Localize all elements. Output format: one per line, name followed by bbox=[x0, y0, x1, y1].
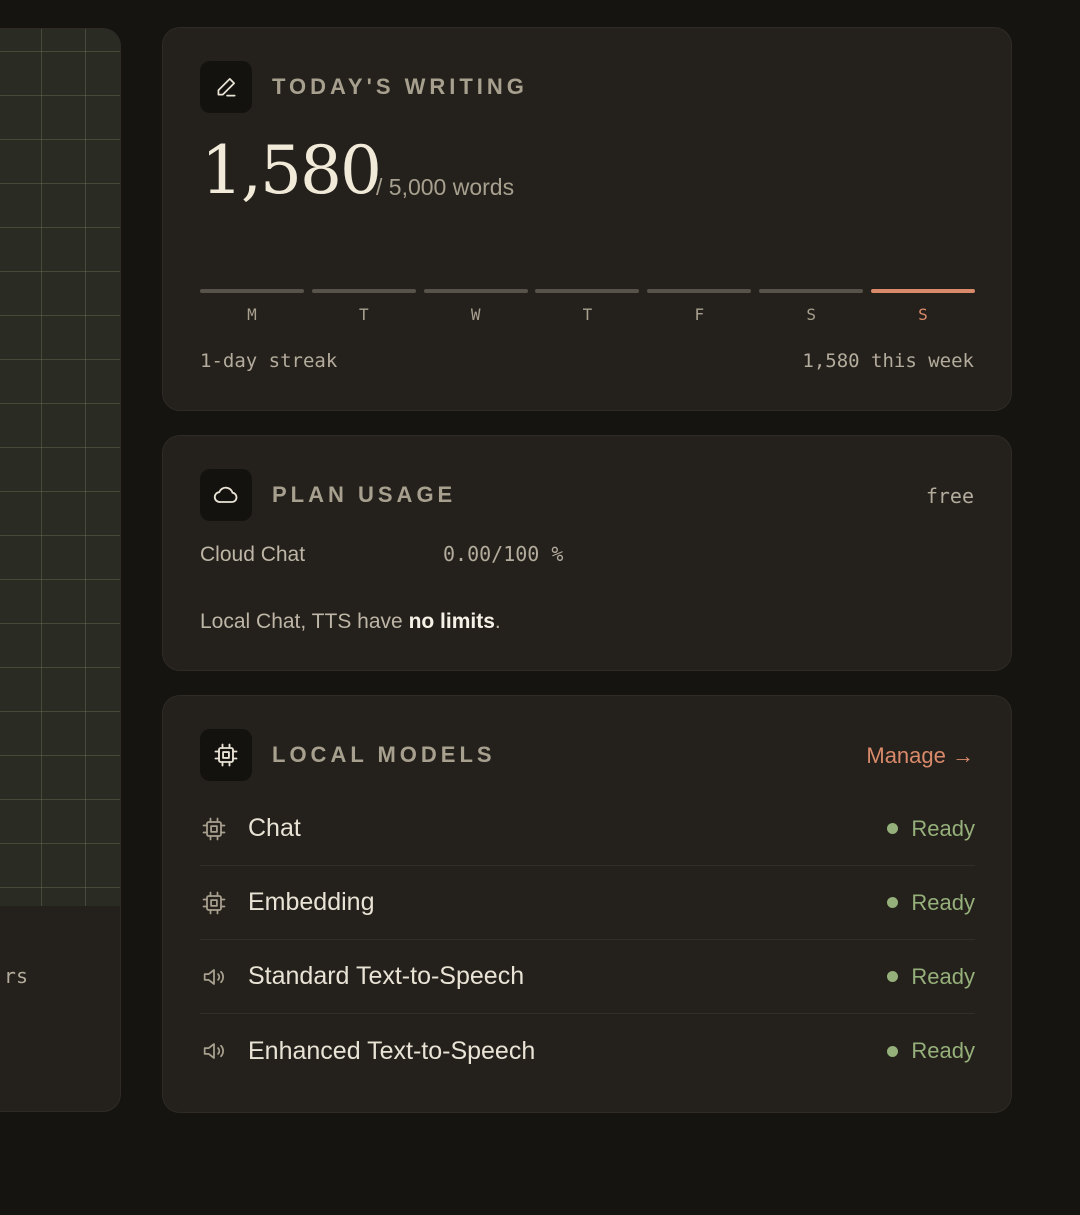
usage-value: 0.00/100 % bbox=[443, 542, 564, 566]
status-badge: Ready bbox=[887, 816, 975, 842]
day-thursday: T bbox=[535, 289, 640, 324]
limits-note: Local Chat, TTS have no limits. bbox=[200, 610, 501, 633]
status-dot bbox=[887, 1045, 899, 1057]
model-list: Chat Ready Embedding Ready Standard Text… bbox=[200, 792, 975, 1088]
word-count: 1,580 bbox=[201, 132, 382, 209]
grid-preview bbox=[0, 29, 120, 906]
pencil-icon bbox=[200, 61, 252, 113]
status-badge: Ready bbox=[887, 890, 975, 916]
cloud-icon bbox=[200, 469, 252, 521]
model-name: Enhanced Text-to-Speech bbox=[248, 1036, 536, 1065]
day-friday: F bbox=[647, 289, 752, 324]
chip-icon bbox=[200, 815, 228, 843]
todays-writing-card: TODAY'S WRITING 1,580 / 5,000 words M T … bbox=[162, 27, 1012, 411]
card-title: TODAY'S WRITING bbox=[272, 74, 528, 99]
left-panel: rs bbox=[0, 28, 121, 1112]
day-monday: M bbox=[200, 289, 304, 324]
status-badge: Ready bbox=[887, 964, 975, 990]
model-row-embedding[interactable]: Embedding Ready bbox=[200, 866, 975, 940]
status-dot bbox=[887, 823, 899, 834]
card-title: LOCAL MODELS bbox=[272, 742, 496, 767]
plan-usage-card: PLAN USAGE free Cloud Chat 0.00/100 % Lo… bbox=[162, 435, 1012, 671]
local-models-card: LOCAL MODELS Manage → Chat Ready Embeddi… bbox=[162, 695, 1012, 1113]
day-sunday: S bbox=[870, 289, 975, 324]
speaker-icon bbox=[200, 963, 228, 991]
speaker-icon bbox=[200, 1037, 228, 1065]
usage-row: Cloud Chat 0.00/100 % bbox=[200, 542, 563, 567]
page: rs TODAY'S WRITING 1,580 / 5,000 words M… bbox=[0, 0, 1080, 1215]
limits-emphasis: no limits bbox=[408, 610, 495, 633]
chip-icon bbox=[200, 729, 252, 781]
status-dot bbox=[887, 971, 899, 982]
week-total: 1,580 this week bbox=[802, 350, 974, 372]
day-tuesday: T bbox=[311, 289, 416, 324]
card-header: TODAY'S WRITING bbox=[200, 61, 528, 113]
card-title: PLAN USAGE bbox=[272, 482, 457, 507]
model-row-enhanced-tts[interactable]: Enhanced Text-to-Speech Ready bbox=[200, 1014, 975, 1088]
manage-link[interactable]: Manage → bbox=[866, 743, 974, 769]
status-dot bbox=[887, 897, 899, 908]
model-name: Standard Text-to-Speech bbox=[248, 962, 525, 990]
day-wednesday: W bbox=[423, 289, 528, 324]
card-header: PLAN USAGE bbox=[200, 469, 456, 521]
word-goal: / 5,000 words bbox=[376, 174, 515, 200]
truncated-label: rs bbox=[3, 964, 28, 988]
model-row-standard-tts[interactable]: Standard Text-to-Speech Ready bbox=[200, 940, 975, 1014]
model-row-chat[interactable]: Chat Ready bbox=[200, 792, 975, 866]
weekday-bars: M T W T F S S bbox=[200, 289, 975, 324]
chip-icon bbox=[200, 889, 228, 917]
plan-tier-badge: free bbox=[925, 484, 974, 508]
card-header: LOCAL MODELS bbox=[200, 729, 496, 781]
model-name: Chat bbox=[248, 814, 301, 842]
streak-text: 1-day streak bbox=[200, 350, 338, 372]
day-saturday: S bbox=[759, 289, 864, 324]
status-badge: Ready bbox=[887, 1038, 975, 1064]
usage-label: Cloud Chat bbox=[200, 543, 306, 566]
model-name: Embedding bbox=[248, 888, 375, 916]
